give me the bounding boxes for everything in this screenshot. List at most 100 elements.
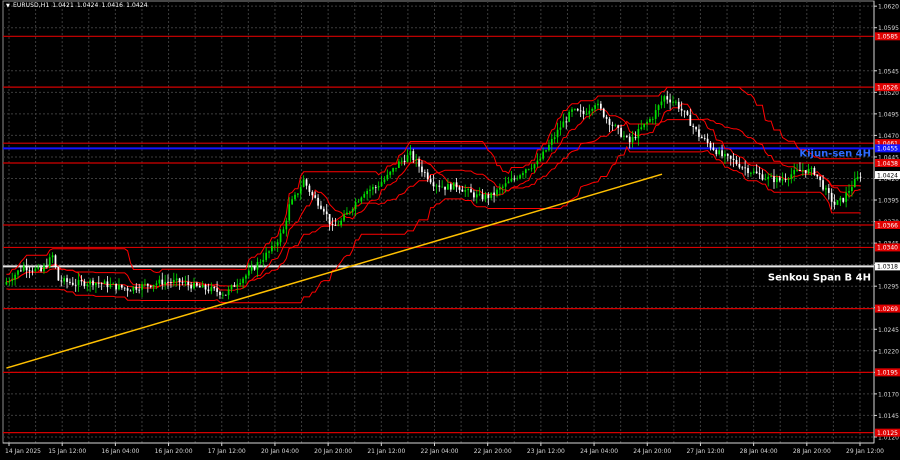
bull-candle [750,172,752,174]
symbol-name: EURUSD,H1 [12,2,50,9]
level-price-tag: 1.0340 [877,245,898,252]
bull-candle [5,281,8,285]
bear-candle [146,283,149,286]
senkou-span-b-label: Senkou Span B 4H [768,272,871,283]
price-tick-label: 1.0295 [878,284,899,291]
bull-candle [510,178,513,182]
bull-candle [22,265,25,271]
bear-candle [458,187,461,190]
bull-candle [363,194,366,198]
bull-candle [447,184,449,190]
bear-candle [706,138,709,143]
kijun-sen-label: Kijun-sen 4H [799,148,871,159]
bull-candle [793,170,796,175]
bull-candle [539,158,542,161]
ohlc-high: 1.0424 [76,2,99,9]
bull-candle [340,220,343,226]
bear-candle [582,110,585,115]
time-tick-label: 22 Jan 20:00 [474,448,512,455]
bull-candle [268,251,270,253]
bull-candle [562,121,565,128]
bear-candle [54,255,57,268]
bull-candle [568,111,570,122]
bear-candle [412,151,415,161]
bull-candle [559,127,562,130]
time-tick-label: 20 Jan 04:00 [261,448,299,455]
bull-candle [781,179,784,181]
bull-candle [43,265,45,272]
bull-candle [654,110,657,119]
bull-candle [395,167,397,169]
bear-candle [579,110,582,112]
bear-candle [71,282,74,285]
bear-candle [819,176,822,181]
bear-candle [20,270,22,272]
bear-candle [69,281,71,283]
bull-candle [357,201,360,203]
bull-candle [522,173,524,176]
bull-candle [51,255,54,258]
bear-candle [198,285,201,288]
bull-candle [227,289,230,296]
bear-candle [97,282,100,284]
bull-candle [490,192,493,198]
bear-candle [709,142,712,148]
bull-candle [836,200,839,205]
bear-candle [100,283,103,285]
bear-candle [565,121,568,123]
bull-candle [297,193,299,195]
bear-candle [149,285,152,288]
bull-candle [501,186,504,188]
bear-candle [726,154,729,156]
chart-area[interactable]: 1.06201.05951.05451.05201.04951.04701.04… [0,0,900,460]
bull-candle [242,278,244,283]
bull-candle [478,194,481,196]
time-tick-label: 24 Jan 20:00 [633,448,671,455]
bull-candle [637,128,640,139]
bull-candle [435,185,438,187]
bull-candle [807,168,810,174]
bull-candle [230,285,233,290]
bull-candle [718,150,721,155]
bear-candle [334,225,337,226]
bull-candle [640,127,643,129]
bull-candle [346,212,348,215]
bear-candle [605,116,608,119]
bull-candle [649,118,651,122]
bear-candle [617,125,620,128]
bull-candle [354,202,357,210]
bull-candle [279,233,282,243]
bull-candle [380,182,383,187]
bear-candle [695,126,697,130]
bear-candle [620,127,622,137]
bull-candle [351,209,354,212]
bear-candle [31,270,34,272]
bear-candle [784,179,787,181]
bull-candle [118,284,120,290]
bear-candle [40,267,42,272]
bear-candle [80,280,83,282]
bull-candle [614,125,617,127]
bear-candle [45,265,48,267]
time-tick-label: 23 Jan 12:00 [527,448,565,455]
bear-candle [432,182,435,187]
bear-candle [421,166,423,173]
bear-candle [700,136,703,139]
bear-candle [859,176,862,178]
bull-candle [553,137,556,140]
bear-candle [692,125,695,127]
bull-candle [164,281,167,285]
time-tick-label: 28 Jan 20:00 [793,448,831,455]
bear-candle [698,129,700,137]
bull-candle [11,279,14,282]
time-tick-label: 17 Jan 12:00 [208,448,246,455]
bull-candle [519,175,521,179]
bear-candle [170,282,172,283]
bear-candle [138,289,141,291]
bull-candle [210,287,213,292]
bull-candle [770,176,772,178]
bear-candle [712,147,715,151]
ohlc-open: 1.0421 [52,2,74,9]
bull-candle [767,176,770,180]
bear-candle [686,111,689,115]
